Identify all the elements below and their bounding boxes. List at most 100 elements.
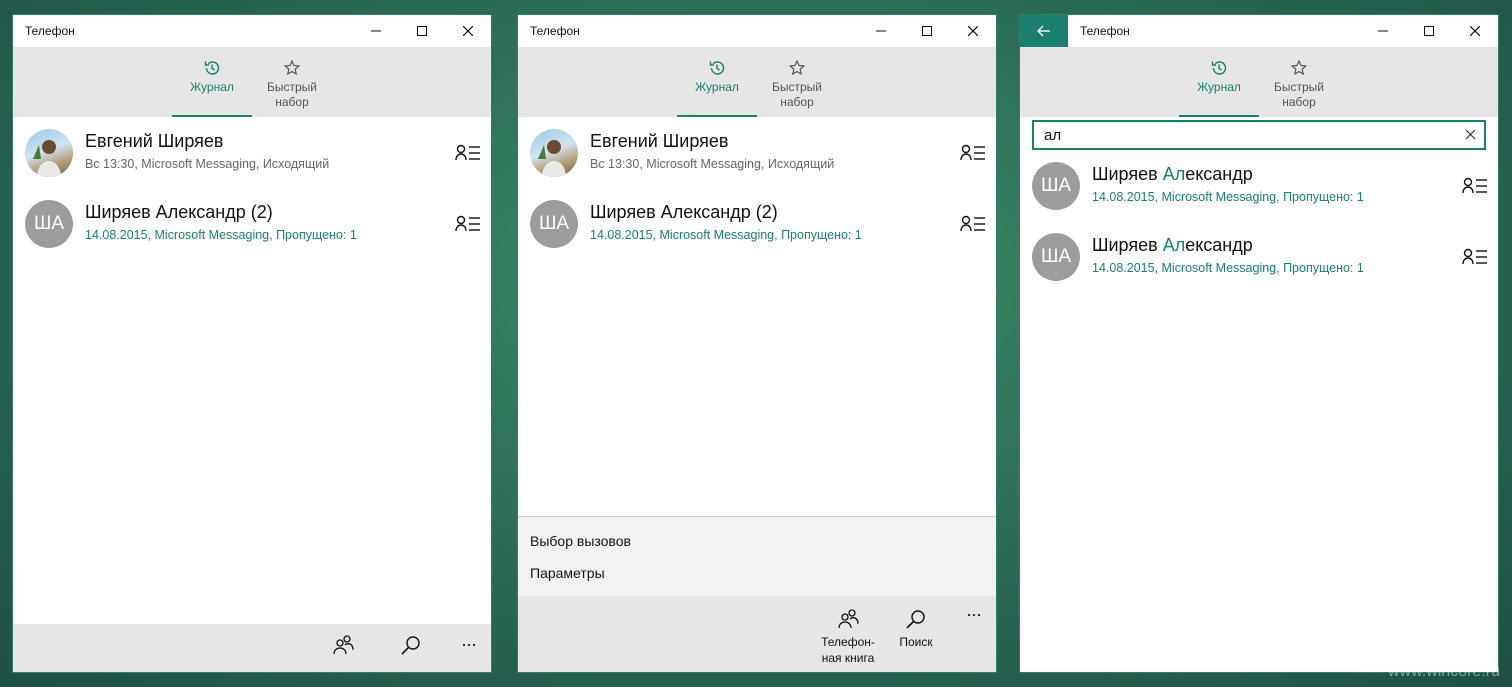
star-icon [788, 59, 806, 76]
name-prefix: Ширяев [1092, 235, 1163, 255]
call-history-list: Евгений Ширяев Вс 13:30, Microsoft Messa… [13, 117, 491, 259]
back-button[interactable] [1020, 15, 1068, 47]
avatar: ША [25, 200, 73, 248]
list-item[interactable]: Евгений Ширяев Вс 13:30, Microsoft Messa… [518, 117, 996, 188]
title-bar[interactable]: Телефон [518, 15, 996, 47]
phonebook-label-line1: Телефон- [821, 635, 875, 649]
avatar: ША [1032, 233, 1080, 281]
title-bar[interactable]: Телефон [1020, 15, 1498, 47]
contact-card-icon[interactable] [1462, 176, 1488, 196]
contact-name: Ширяев Александр [1092, 164, 1253, 185]
minimize-icon [876, 30, 886, 32]
close-icon [968, 26, 978, 36]
list-item[interactable]: Евгений Ширяев Вс 13:30, Microsoft Messa… [13, 117, 491, 188]
contact-name: Евгений Ширяев [590, 131, 729, 151]
name-suffix: ександр [1185, 164, 1253, 184]
tab-history[interactable]: Журнал [1179, 47, 1259, 117]
close-icon [463, 26, 473, 36]
search-input[interactable]: ал [1032, 120, 1486, 150]
contact-card-icon[interactable] [1462, 247, 1488, 267]
contact-card-icon[interactable] [960, 143, 986, 163]
star-icon [1290, 59, 1308, 76]
close-button[interactable] [950, 15, 996, 47]
phonebook-button[interactable]: Телефон- ная книга [816, 608, 880, 666]
maximize-button[interactable] [1406, 15, 1452, 47]
history-icon [709, 61, 725, 75]
people-icon [838, 609, 859, 629]
minimize-button[interactable] [858, 15, 904, 47]
tab-history-label: Журнал [190, 80, 234, 94]
tab-speed-dial-label-line1: Быстрый [772, 80, 822, 94]
contact-name: Ширяев Александр (2) [590, 202, 778, 222]
more-button[interactable]: ... [942, 601, 996, 619]
contact-name: Евгений Ширяев [85, 131, 224, 151]
name-prefix: Ширяев [1092, 164, 1163, 184]
close-button[interactable] [1452, 15, 1498, 47]
close-button[interactable] [445, 15, 491, 47]
phonebook-label-line2: ная книга [821, 651, 875, 665]
search-button[interactable]: Поиск [884, 608, 948, 650]
clear-icon[interactable] [1465, 129, 1476, 140]
history-icon [204, 61, 220, 75]
search-icon [906, 610, 925, 629]
tab-history-label: Журнал [695, 80, 739, 94]
window-title: Телефон [530, 24, 580, 38]
tab-speed-dial[interactable]: Быстрый набор [757, 47, 837, 117]
search-label: Поиск [899, 635, 933, 649]
tab-speed-dial-label-line2: набор [275, 95, 309, 109]
search-query: ал [1044, 127, 1062, 144]
app-bar-expanded: Телефон- ная книга Поиск ... [518, 596, 996, 672]
search-button[interactable] [391, 634, 431, 664]
phone-window-menu: Телефон Журнал Быстрый набор Евгений Шир… [517, 14, 997, 673]
title-bar[interactable]: Телефон [13, 15, 491, 47]
menu-item-settings[interactable]: Параметры [530, 565, 605, 581]
window-controls [353, 15, 491, 47]
list-item[interactable]: ША Ширяев Александр (2) 14.08.2015, Micr… [13, 188, 491, 259]
call-detail: 14.08.2015, Microsoft Messaging, Пропуще… [1092, 190, 1364, 204]
call-detail: 14.08.2015, Microsoft Messaging, Пропуще… [85, 228, 357, 242]
tab-speed-dial-label-line2: набор [780, 95, 814, 109]
avatar: ША [1032, 162, 1080, 210]
call-detail: Вс 13:30, Microsoft Messaging, Исходящий [85, 157, 330, 171]
list-item[interactable]: ША Ширяев Александр (2) 14.08.2015, Micr… [518, 188, 996, 259]
avatar: ША [530, 200, 578, 248]
list-item[interactable]: ША Ширяев Александр 14.08.2015, Microsof… [1020, 221, 1498, 292]
back-arrow-icon [1037, 25, 1050, 37]
window-title: Телефон [25, 24, 75, 38]
tab-speed-dial-label-line1: Быстрый [267, 80, 317, 94]
tab-speed-dial-label-line2: набор [1282, 95, 1316, 109]
call-detail: 14.08.2015, Microsoft Messaging, Пропуще… [590, 228, 862, 242]
search-results-list: ША Ширяев Александр 14.08.2015, Microsof… [1020, 150, 1498, 292]
contact-card-icon[interactable] [455, 214, 481, 234]
pivot-tabs: Журнал Быстрый набор [518, 47, 996, 117]
maximize-icon [922, 26, 932, 36]
list-item[interactable]: ША Ширяев Александр 14.08.2015, Microsof… [1020, 150, 1498, 221]
name-highlight: Ал [1162, 164, 1186, 184]
tab-speed-dial[interactable]: Быстрый набор [1259, 47, 1339, 117]
phonebook-button[interactable] [323, 634, 363, 664]
call-history-list: Евгений Ширяев Вс 13:30, Microsoft Messa… [518, 117, 996, 259]
phone-window-search: Телефон Журнал Быстрый набор ал ША Ширяе… [1019, 14, 1499, 673]
contact-card-icon[interactable] [455, 143, 481, 163]
window-controls [858, 15, 996, 47]
contact-card-icon[interactable] [960, 214, 986, 234]
call-detail: Вс 13:30, Microsoft Messaging, Исходящий [590, 157, 835, 171]
more-menu-flyout: Выбор вызовов Параметры [518, 516, 996, 596]
tab-history[interactable]: Журнал [172, 47, 252, 117]
contact-name: Ширяев Александр (2) [85, 202, 273, 222]
tab-speed-dial[interactable]: Быстрый набор [252, 47, 332, 117]
star-icon [283, 59, 301, 76]
more-button[interactable]: ... [449, 630, 489, 660]
minimize-button[interactable] [1360, 15, 1406, 47]
minimize-button[interactable] [353, 15, 399, 47]
menu-item-select-calls[interactable]: Выбор вызовов [530, 533, 631, 549]
window-controls [1360, 15, 1498, 47]
window-title: Телефон [1080, 24, 1130, 38]
tab-speed-dial-label-line1: Быстрый [1274, 80, 1324, 94]
minimize-icon [371, 30, 381, 32]
maximize-icon [417, 26, 427, 36]
avatar [25, 129, 73, 177]
maximize-button[interactable] [399, 15, 445, 47]
maximize-button[interactable] [904, 15, 950, 47]
tab-history[interactable]: Журнал [677, 47, 757, 117]
